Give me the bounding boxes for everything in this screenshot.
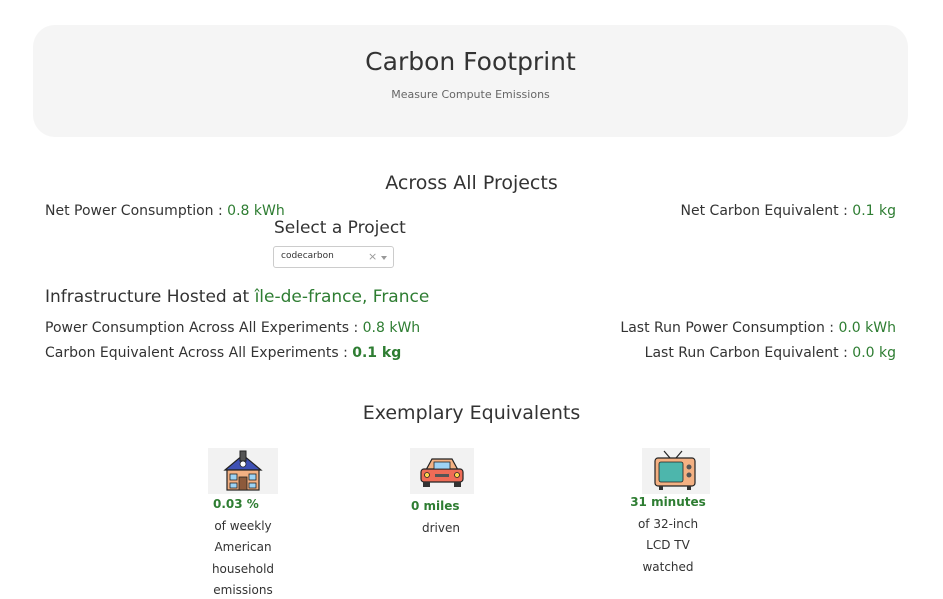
chevron-down-icon[interactable] xyxy=(381,256,387,260)
header-banner: Carbon Footprint Measure Compute Emissio… xyxy=(33,25,908,137)
last-carbon-label: Last Run Carbon Equivalent : xyxy=(644,345,853,361)
tv-caption-line: LCD TV xyxy=(646,538,690,552)
net-carbon-value: 0.1 kg xyxy=(852,203,896,219)
last-power-row: Last Run Power Consumption : 0.0 kWh xyxy=(620,320,896,336)
tv-icon xyxy=(642,448,710,494)
infrastructure-title: Infrastructure Hosted at île-de-france, … xyxy=(45,287,429,307)
last-power-label: Last Run Power Consumption : xyxy=(620,320,839,336)
household-equivalent: 0.03 % of weekly American household emis… xyxy=(198,494,288,599)
project-select-label: Select a Project xyxy=(274,218,406,238)
across-projects-title: Across All Projects xyxy=(385,172,558,194)
net-carbon-label: Net Carbon Equivalent : xyxy=(680,203,853,219)
project-dropdown[interactable]: codecarbon × xyxy=(273,246,394,268)
tv-value: 31 minutes xyxy=(630,495,706,509)
equivalents-title: Exemplary Equivalents xyxy=(362,402,581,424)
household-value: 0.03 % xyxy=(213,497,259,511)
carbon-all-row: Carbon Equivalent Across All Experiments… xyxy=(45,345,401,361)
power-all-row: Power Consumption Across All Experiments… xyxy=(45,320,420,336)
power-all-value: 0.8 kWh xyxy=(362,320,421,336)
household-caption-line: American xyxy=(214,540,272,554)
net-carbon-row: Net Carbon Equivalent : 0.1 kg xyxy=(681,203,896,219)
car-icon xyxy=(410,448,474,494)
car-caption-line: driven xyxy=(422,520,460,535)
net-power-label: Net Power Consumption : xyxy=(45,203,228,219)
infrastructure-location: île-de-france, France xyxy=(254,287,430,307)
household-caption-line: of weekly xyxy=(214,518,272,533)
page: Carbon Footprint Measure Compute Emissio… xyxy=(0,0,943,599)
tv-caption-line: of 32-inch xyxy=(637,516,699,531)
tv-caption-line: watched xyxy=(642,559,694,574)
last-carbon-value: 0.0 kg xyxy=(852,345,896,361)
page-title: Carbon Footprint xyxy=(365,47,576,76)
car-equivalent: 0 miles driven xyxy=(396,496,486,539)
infrastructure-label: Infrastructure Hosted at xyxy=(45,287,255,307)
power-all-label: Power Consumption Across All Experiments… xyxy=(45,320,363,336)
page-subtitle: Measure Compute Emissions xyxy=(391,88,550,101)
tv-equivalent: 31 minutes of 32-inch LCD TV watched xyxy=(628,492,708,578)
house-icon xyxy=(208,448,278,494)
project-dropdown-value: codecarbon xyxy=(281,251,334,261)
household-caption-line: emissions xyxy=(213,583,273,597)
last-power-value: 0.0 kWh xyxy=(838,320,896,336)
car-value: 0 miles xyxy=(411,499,460,513)
carbon-all-value: 0.1 kg xyxy=(352,345,402,361)
net-power-value: 0.8 kWh xyxy=(227,203,285,219)
carbon-all-label: Carbon Equivalent Across All Experiments… xyxy=(45,345,353,361)
clear-icon[interactable]: × xyxy=(368,250,377,263)
household-caption-line: household xyxy=(211,561,275,576)
last-carbon-row: Last Run Carbon Equivalent : 0.0 kg xyxy=(645,345,896,361)
net-power-row: Net Power Consumption : 0.8 kWh xyxy=(45,203,285,219)
